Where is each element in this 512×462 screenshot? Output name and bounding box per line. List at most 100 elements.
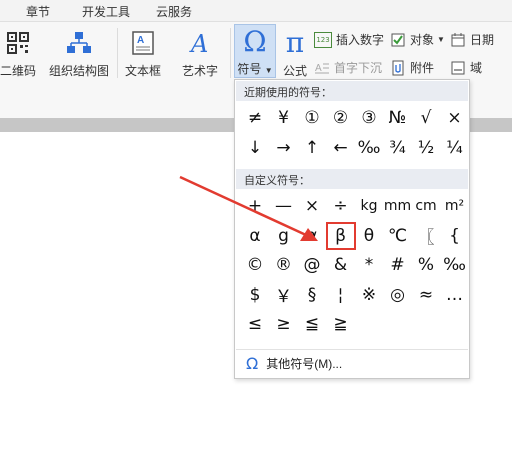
symbol-cell[interactable]: ℃ — [383, 222, 413, 250]
symbol-cell[interactable]: θ — [354, 222, 384, 250]
symbol-cell[interactable]: ← — [326, 134, 356, 162]
symbol-cell[interactable]: ≤ — [240, 310, 270, 338]
symbol-cell[interactable]: mm — [383, 192, 413, 220]
symbol-cell[interactable]: × — [440, 104, 470, 132]
text-box-icon: A — [127, 28, 159, 58]
svg-text:A: A — [189, 30, 208, 56]
drop-cap-button[interactable]: A 首字下沉 — [314, 59, 382, 76]
symbol-cell[interactable]: ② — [326, 104, 356, 132]
custom-symbols-header: 自定义符号： — [236, 169, 468, 189]
chevron-down-icon: ▼ — [264, 66, 273, 75]
insert-number-button[interactable]: 123 插入数字 — [314, 31, 384, 48]
text-box-label: 文本框 — [124, 64, 161, 78]
number-icon: 123 — [314, 31, 332, 48]
symbol-cell-selected[interactable]: β — [325, 221, 356, 250]
symbol-cell[interactable]: ¾ — [383, 134, 413, 162]
date-label: 日期 — [470, 33, 495, 47]
symbol-cell[interactable]: ↑ — [297, 134, 327, 162]
symbol-label: 符号 ▼ — [237, 62, 273, 76]
svg-text:A: A — [137, 35, 144, 46]
attachment-button[interactable]: 附件 — [390, 59, 434, 76]
ribbon-separator — [230, 28, 231, 78]
symbol-cell[interactable]: 〖 — [411, 222, 441, 250]
symbol-dropdown: 近期使用的符号： ≠ ¥ ① ② ③ № √ × ↓ → ↑ ← ‰ ¾ ½ ¼ 自定义符号： + — × ÷ kg m… — [234, 79, 470, 379]
ribbon-tab-bar: 章节 开发工具 云服务 — [0, 0, 512, 22]
tab-developer-tools[interactable]: 开发工具 — [82, 3, 130, 20]
symbol-cell[interactable]: cm — [411, 192, 441, 220]
symbol-cell[interactable]: ÷ — [326, 192, 356, 220]
symbol-cell[interactable]: # — [383, 251, 413, 279]
recent-symbols-header: 近期使用的符号： — [236, 81, 468, 101]
word-art-button[interactable]: A 艺术字 — [173, 28, 227, 79]
drop-cap-label: 首字下沉 — [334, 61, 383, 75]
symbol-cell[interactable]: ¦ — [326, 281, 356, 309]
text-box-button[interactable]: A 文本框 — [121, 28, 165, 79]
symbol-cell[interactable]: % — [411, 251, 441, 279]
symbol-cell[interactable]: → — [269, 134, 299, 162]
org-chart-icon — [63, 28, 95, 58]
word-art-label: 艺术字 — [181, 64, 218, 78]
symbol-cell[interactable]: № — [383, 104, 413, 132]
symbol-cell[interactable]: √ — [411, 104, 441, 132]
symbol-cell[interactable]: α — [240, 222, 270, 250]
symbol-cell[interactable]: $ — [240, 281, 270, 309]
symbol-cell[interactable]: ≈ — [411, 281, 441, 309]
symbol-cell[interactable]: © — [240, 251, 270, 279]
symbol-cell[interactable]: ¥ — [269, 104, 299, 132]
symbol-cell[interactable]: ¼ — [440, 134, 470, 162]
symbol-cell[interactable]: ≦ — [297, 310, 327, 338]
symbol-cell[interactable]: m² — [440, 192, 470, 220]
attachment-label: 附件 — [410, 61, 435, 75]
ribbon-separator — [117, 28, 118, 78]
symbol-cell[interactable]: @ — [297, 251, 327, 279]
more-symbols-button[interactable]: Ω 其他符号(M)... — [236, 349, 468, 377]
date-button[interactable]: 日期 — [450, 31, 494, 48]
formula-button[interactable]: π 公式 — [278, 28, 312, 79]
omega-icon: Ω — [243, 24, 267, 58]
calendar-icon — [450, 32, 466, 48]
org-chart-button[interactable]: 组织结构图 — [46, 28, 112, 79]
symbol-cell[interactable]: ‰ — [440, 251, 470, 279]
symbol-cell[interactable]: kg — [354, 192, 384, 220]
symbol-cell[interactable]: … — [440, 281, 470, 309]
formula-label: 公式 — [282, 64, 307, 78]
symbol-cell[interactable]: ½ — [411, 134, 441, 162]
field-button[interactable]: 域 — [450, 59, 482, 76]
symbol-cell[interactable]: ≠ — [240, 104, 270, 132]
pi-icon: π — [285, 26, 305, 59]
symbol-cell[interactable]: * — [354, 251, 384, 279]
field-icon — [450, 60, 466, 76]
insert-number-label: 插入数字 — [336, 33, 385, 47]
drop-cap-icon: A — [314, 60, 330, 76]
symbol-cell[interactable]: ※ — [354, 281, 384, 309]
symbol-cell[interactable]: ≥ — [269, 310, 299, 338]
symbol-cell[interactable]: ‰ — [354, 134, 384, 162]
symbol-cell[interactable]: ® — [269, 251, 299, 279]
symbol-cell[interactable]: × — [297, 192, 327, 220]
object-icon — [390, 32, 406, 48]
object-label: 对象 — [410, 33, 435, 47]
symbol-button[interactable]: Ω 符号 ▼ — [234, 24, 276, 78]
field-label: 域 — [470, 61, 483, 75]
symbol-cell[interactable]: α — [297, 222, 327, 250]
tab-chapter[interactable]: 章节 — [26, 3, 50, 20]
symbol-cell[interactable]: ◎ — [383, 281, 413, 309]
symbol-cell[interactable]: & — [326, 251, 356, 279]
svg-text:A: A — [315, 63, 322, 74]
symbol-cell[interactable]: ③ — [354, 104, 384, 132]
tab-cloud-services[interactable]: 云服务 — [156, 3, 192, 20]
symbol-cell[interactable]: ≧ — [326, 310, 356, 338]
qr-code-icon — [2, 28, 34, 58]
paperclip-icon — [390, 60, 406, 76]
symbol-cell[interactable]: + — [240, 192, 270, 220]
symbol-cell[interactable]: ￥ — [269, 281, 299, 309]
symbol-cell[interactable]: — — [269, 192, 299, 220]
symbol-cell[interactable]: ↓ — [240, 134, 270, 162]
qr-code-button[interactable]: 二维码 — [0, 28, 38, 79]
more-symbols-label: 其他符号(M)... — [266, 357, 343, 371]
symbol-cell[interactable]: { — [440, 222, 470, 250]
symbol-cell[interactable]: § — [297, 281, 327, 309]
object-button[interactable]: 对象 ▼ — [390, 31, 445, 48]
symbol-cell[interactable]: ① — [297, 104, 327, 132]
symbol-cell[interactable]: g — [269, 222, 299, 250]
